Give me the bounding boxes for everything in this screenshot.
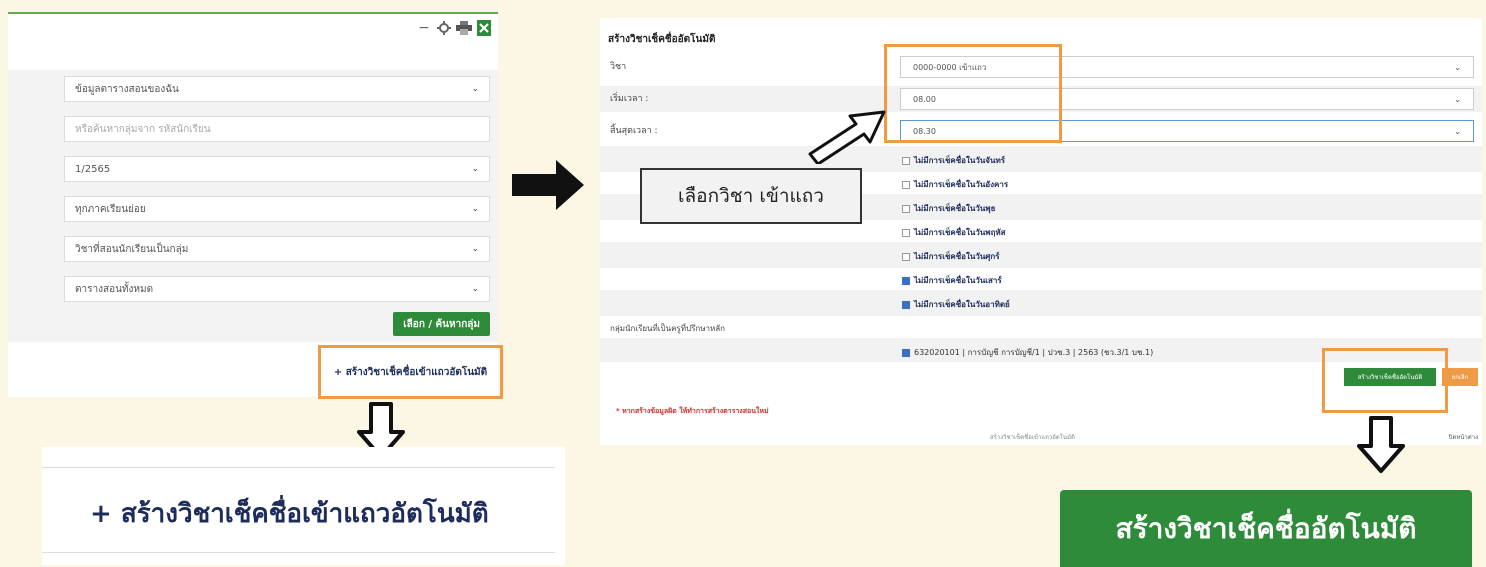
checkbox-unchecked[interactable] — [902, 204, 910, 213]
highlight-box-create-button — [1322, 348, 1448, 413]
chevron-down-icon: ⌄ — [471, 84, 479, 94]
left-screenshot-panel: − ข้อมูลตารางสอนของฉัน ⌄ หรือค้นหากลุ่มจ… — [8, 12, 503, 399]
zoom-create-link: + สร้างวิชาเช็คชื่อเข้าแถวอัตโนมัติ — [42, 447, 565, 565]
select-value: ทุกภาคเรียนย่อย — [75, 203, 146, 215]
instruction-note-text: เลือกวิชา เข้าแถว — [678, 185, 824, 207]
arrow-right-icon — [512, 160, 584, 210]
advisor-group-label: กลุ่มนักเรียนที่เป็นครูที่ปรึกษาหลัก — [610, 324, 725, 333]
chevron-down-icon: ⌄ — [471, 204, 479, 214]
zoom-create-button: สร้างวิชาเช็คชื่ออัตโนมัติ — [1060, 490, 1472, 567]
chevron-down-icon: ⌄ — [1454, 62, 1461, 72]
checkbox-unchecked[interactable] — [902, 156, 910, 165]
filter-form: ข้อมูลตารางสอนของฉัน ⌄ หรือค้นหากลุ่มจาก… — [8, 70, 498, 342]
sub-term-select[interactable]: ทุกภาคเรียนย่อย ⌄ — [64, 196, 490, 222]
check-row: ไม่มีการเช็คชื่อในวันอาทิตย์ — [600, 290, 1482, 316]
student-group-option[interactable]: 632020101 | การบัญชี การบัญชี/1 | ปวช.3 … — [902, 346, 1153, 359]
input-placeholder: หรือค้นหากลุ่มจาก รหัสนักเรียน — [75, 123, 211, 135]
my-schedule-select[interactable]: ข้อมูลตารางสอนของฉัน ⌄ — [64, 76, 490, 102]
no-checkin-tuesday[interactable]: ไม่มีการเช็คชื่อในวันอังคาร — [902, 178, 1008, 191]
no-checkin-wednesday[interactable]: ไม่มีการเช็คชื่อในวันพุธ — [902, 202, 995, 215]
select-value: 1/2565 — [75, 163, 111, 175]
check-label: ไม่มีการเช็คชื่อในวันจันทร์ — [914, 156, 1006, 165]
student-id-search-input[interactable]: หรือค้นหากลุ่มจาก รหัสนักเรียน — [64, 116, 490, 142]
check-label: ไม่มีการเช็คชื่อในวันพฤหัส — [914, 228, 1006, 237]
end-time-label: สิ้นสุดเวลา : — [610, 126, 658, 136]
no-checkin-friday[interactable]: ไม่มีการเช็คชื่อในวันศุกร์ — [902, 250, 1000, 263]
select-value: ตารางสอนทั้งหมด — [75, 283, 154, 295]
diagonal-arrow-icon — [808, 110, 886, 164]
checkbox-unchecked[interactable] — [902, 180, 910, 189]
toolbar: − — [416, 20, 492, 36]
checkbox-checked[interactable] — [902, 300, 910, 309]
create-link-label: + สร้างวิชาเช็คชื่อเข้าแถวอัตโนมัติ — [333, 366, 488, 378]
start-time-label: เริ่มเวลา : — [610, 94, 649, 104]
select-search-group-button[interactable]: เลือก / ค้นหากลุ่ม — [393, 312, 490, 336]
divider — [42, 552, 555, 553]
checkbox-checked[interactable] — [902, 348, 910, 357]
settings-icon[interactable] — [436, 20, 452, 36]
zoom-create-button-label: สร้างวิชาเช็คชื่ออัตโนมัติ — [1115, 511, 1417, 545]
chevron-down-icon: ⌄ — [1454, 94, 1461, 104]
subject-label: วิชา — [610, 62, 627, 72]
checkbox-unchecked[interactable] — [902, 228, 910, 237]
print-icon[interactable] — [456, 20, 472, 36]
chevron-down-icon: ⌄ — [1454, 126, 1461, 136]
checkbox-checked[interactable] — [902, 276, 910, 285]
check-row: ไม่มีการเช็คชื่อในวันศุกร์ — [600, 242, 1482, 268]
create-auto-checkin-link[interactable]: + สร้างวิชาเช็คชื่อเข้าแถวอัตโนมัติ — [318, 345, 503, 399]
zoom-create-link-label: + สร้างวิชาเช็คชื่อเข้าแถวอัตโนมัติ — [90, 499, 489, 529]
divider — [42, 467, 555, 468]
instruction-note: เลือกวิชา เข้าแถว — [640, 168, 862, 224]
check-label: ไม่มีการเช็คชื่อในวันอาทิตย์ — [914, 300, 1010, 309]
subject-type-select[interactable]: วิชาที่สอนนักเรียนเป็นกลุ่ม ⌄ — [64, 236, 490, 262]
excel-icon[interactable] — [476, 20, 492, 36]
highlight-box-fields — [884, 44, 1062, 143]
minus-icon[interactable]: − — [416, 20, 432, 36]
chevron-down-icon: ⌄ — [471, 284, 479, 294]
semester-select[interactable]: 1/2565 ⌄ — [64, 156, 490, 182]
warning-text: * หากสร้างข้อมูลผิด ให้ทำการสร้างตารางสอ… — [616, 407, 769, 415]
close-window-link[interactable]: ปิดหน้าต่าง — [1449, 432, 1478, 442]
no-checkin-saturday[interactable]: ไม่มีการเช็คชื่อในวันเสาร์ — [902, 274, 1002, 287]
check-label: ไม่มีการเช็คชื่อในวันศุกร์ — [914, 252, 1000, 261]
no-checkin-sunday[interactable]: ไม่มีการเช็คชื่อในวันอาทิตย์ — [902, 298, 1010, 311]
footer-text: สร้างวิชาเช็คชื่อเข้าแถวอัตโนมัติ — [990, 434, 1075, 441]
no-checkin-monday[interactable]: ไม่มีการเช็คชื่อในวันจันทร์ — [902, 154, 1005, 167]
check-label: ไม่มีการเช็คชื่อในวันเสาร์ — [914, 276, 1002, 285]
student-group-label: 632020101 | การบัญชี การบัญชี/1 | ปวช.3 … — [914, 348, 1154, 357]
check-label: ไม่มีการเช็คชื่อในวันอังคาร — [914, 180, 1009, 189]
chevron-down-icon: ⌄ — [471, 164, 479, 174]
no-checkin-thursday[interactable]: ไม่มีการเช็คชื่อในวันพฤหัส — [902, 226, 1006, 239]
select-value: วิชาที่สอนนักเรียนเป็นกลุ่ม — [75, 243, 189, 255]
chevron-down-icon: ⌄ — [471, 244, 479, 254]
check-row: ไม่มีการเช็คชื่อในวันเสาร์ — [600, 266, 1482, 292]
select-value: ข้อมูลตารางสอนของฉัน — [75, 83, 179, 95]
arrow-down-icon — [1357, 416, 1405, 473]
check-label: ไม่มีการเช็คชื่อในวันพุธ — [914, 204, 996, 213]
checkbox-unchecked[interactable] — [902, 252, 910, 261]
schedule-filter-select[interactable]: ตารางสอนทั้งหมด ⌄ — [64, 276, 490, 302]
form-title: สร้างวิชาเช็คชื่ออัตโนมัติ — [608, 34, 716, 45]
